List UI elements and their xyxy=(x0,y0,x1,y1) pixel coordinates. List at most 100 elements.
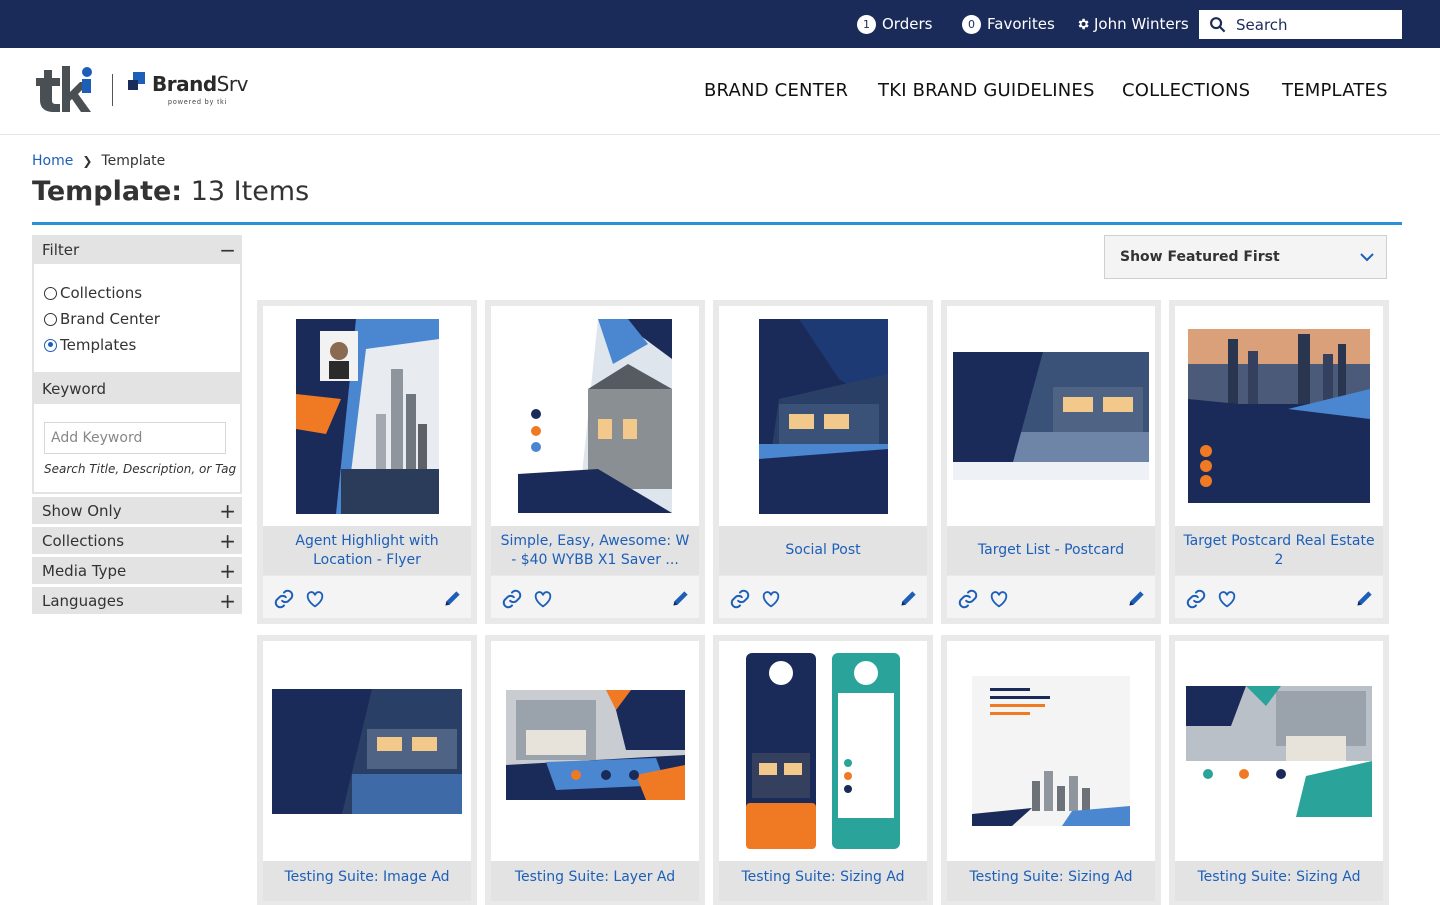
filter-sidebar: Filter − Collections Brand Center Templa… xyxy=(32,235,242,614)
section-label: Media Type xyxy=(42,561,127,580)
brandsrv-logo[interactable]: BrandSrv powered by tki xyxy=(128,72,248,106)
brand-tagline: powered by tki xyxy=(168,99,228,106)
section-collections[interactable]: Collections + xyxy=(32,527,242,554)
nav-tki-brand-guidelines[interactable]: TKI BRAND GUIDELINES xyxy=(878,80,1095,101)
template-title[interactable]: Testing Suite: Sizing Ad xyxy=(719,861,927,901)
section-media-type[interactable]: Media Type + xyxy=(32,557,242,584)
title-divider xyxy=(32,222,1402,225)
search-icon xyxy=(1210,17,1226,33)
section-languages[interactable]: Languages + xyxy=(32,587,242,614)
heart-icon[interactable] xyxy=(1216,588,1238,610)
breadcrumb-home-link[interactable]: Home xyxy=(32,153,73,169)
nav-collections[interactable]: COLLECTIONS xyxy=(1122,80,1250,101)
expand-icon[interactable]: + xyxy=(219,591,236,611)
template-card[interactable]: Social Post xyxy=(713,300,933,624)
template-thumbnail[interactable] xyxy=(947,306,1155,526)
template-thumbnail[interactable] xyxy=(491,641,699,861)
template-card[interactable]: Testing Suite: Layer Ad xyxy=(485,635,705,905)
filter-option-label: Templates xyxy=(60,336,137,354)
pencil-icon[interactable] xyxy=(443,588,463,608)
page-title: Template: 13 Items xyxy=(32,176,309,207)
pencil-icon[interactable] xyxy=(1355,588,1375,608)
template-thumbnail[interactable] xyxy=(263,306,471,526)
logo-divider xyxy=(112,74,113,106)
card-actions xyxy=(719,576,927,618)
template-card[interactable]: Target Postcard Real Estate 2 xyxy=(1169,300,1389,624)
favorites-count-badge: 0 xyxy=(962,14,981,34)
template-card[interactable]: Testing Suite: Sizing Ad xyxy=(713,635,933,905)
template-title[interactable]: Testing Suite: Sizing Ad xyxy=(1175,861,1383,901)
link-icon[interactable] xyxy=(273,588,295,610)
expand-icon[interactable]: + xyxy=(219,501,236,521)
template-thumbnail[interactable] xyxy=(719,306,927,526)
template-title[interactable]: Target Postcard Real Estate 2 xyxy=(1175,526,1383,575)
user-menu[interactable]: John Winters xyxy=(1076,0,1189,48)
template-thumbnail[interactable] xyxy=(1175,306,1383,526)
template-thumbnail[interactable] xyxy=(947,641,1155,861)
template-thumbnail[interactable] xyxy=(1175,641,1383,861)
section-show-only[interactable]: Show Only + xyxy=(32,497,242,524)
template-title[interactable]: Social Post xyxy=(719,526,927,575)
breadcrumb-current: Template xyxy=(101,153,166,169)
template-title[interactable]: Testing Suite: Image Ad xyxy=(263,861,471,901)
brandsrv-mark-icon xyxy=(128,72,145,90)
orders-count-badge: 1 xyxy=(857,14,876,34)
template-card[interactable]: Target List - Postcard xyxy=(941,300,1161,624)
card-actions xyxy=(491,576,699,618)
section-label: Collections xyxy=(42,531,125,550)
link-icon[interactable] xyxy=(957,588,979,610)
heart-icon[interactable] xyxy=(760,588,782,610)
site-header: BrandSrv powered by tki BRAND CENTER TKI… xyxy=(0,48,1440,135)
keyword-box: Search Title, Description, or Tag xyxy=(32,404,242,494)
pencil-icon[interactable] xyxy=(1127,588,1147,608)
expand-icon[interactable]: + xyxy=(219,531,236,551)
nav-templates[interactable]: TEMPLATES xyxy=(1282,80,1388,101)
sort-dropdown[interactable]: Show Featured First xyxy=(1104,235,1387,279)
filter-header[interactable]: Filter − xyxy=(32,235,242,264)
chevron-down-icon xyxy=(1360,252,1374,261)
keyword-input[interactable] xyxy=(44,422,226,454)
radio-icon[interactable] xyxy=(44,312,57,326)
template-card[interactable]: Testing Suite: Sizing Ad xyxy=(1169,635,1389,905)
link-icon[interactable] xyxy=(729,588,751,610)
filter-option-templates[interactable]: Templates xyxy=(34,332,240,358)
template-title[interactable]: Testing Suite: Layer Ad xyxy=(491,861,699,901)
collapse-icon[interactable]: − xyxy=(219,240,236,260)
tki-logo[interactable] xyxy=(32,66,94,119)
template-card[interactable]: Simple, Easy, Awesome: W - $40 WYBB X1 S… xyxy=(485,300,705,624)
template-card[interactable]: Testing Suite: Sizing Ad xyxy=(941,635,1161,905)
user-name: John Winters xyxy=(1094,15,1189,33)
template-thumbnail[interactable] xyxy=(491,306,699,526)
filter-option-brand-center[interactable]: Brand Center xyxy=(34,306,240,332)
template-thumbnail[interactable] xyxy=(719,641,927,861)
nav-brand-center[interactable]: BRAND CENTER xyxy=(704,80,848,101)
radio-selected-icon[interactable] xyxy=(44,338,57,352)
keyword-hint: Search Title, Description, or Tag xyxy=(44,462,237,476)
link-icon[interactable] xyxy=(1185,588,1207,610)
template-thumbnail[interactable] xyxy=(263,641,471,861)
keyword-header: Keyword xyxy=(32,374,242,404)
pencil-icon[interactable] xyxy=(671,588,691,608)
template-card[interactable]: Agent Highlight with Location - Flyer xyxy=(257,300,477,624)
template-card[interactable]: Testing Suite: Image Ad xyxy=(257,635,477,905)
template-title[interactable]: Target List - Postcard xyxy=(947,526,1155,575)
card-actions xyxy=(1175,576,1383,618)
favorites-link[interactable]: 0 Favorites xyxy=(962,0,1055,48)
template-title[interactable]: Simple, Easy, Awesome: W - $40 WYBB X1 S… xyxy=(491,526,699,575)
page-title-count: 13 Items xyxy=(190,176,310,207)
expand-icon[interactable]: + xyxy=(219,561,236,581)
filter-option-collections[interactable]: Collections xyxy=(34,280,240,306)
radio-icon[interactable] xyxy=(44,286,57,300)
section-label: Languages xyxy=(42,591,124,610)
pencil-icon[interactable] xyxy=(899,588,919,608)
heart-icon[interactable] xyxy=(304,588,326,610)
search-button[interactable]: Search xyxy=(1199,10,1402,39)
section-label: Show Only xyxy=(42,501,122,520)
heart-icon[interactable] xyxy=(988,588,1010,610)
orders-link[interactable]: 1 Orders xyxy=(857,0,932,48)
link-icon[interactable] xyxy=(501,588,523,610)
template-title[interactable]: Agent Highlight with Location - Flyer xyxy=(263,526,471,575)
heart-icon[interactable] xyxy=(532,588,554,610)
filter-heading: Filter xyxy=(42,240,80,259)
template-title[interactable]: Testing Suite: Sizing Ad xyxy=(947,861,1155,901)
